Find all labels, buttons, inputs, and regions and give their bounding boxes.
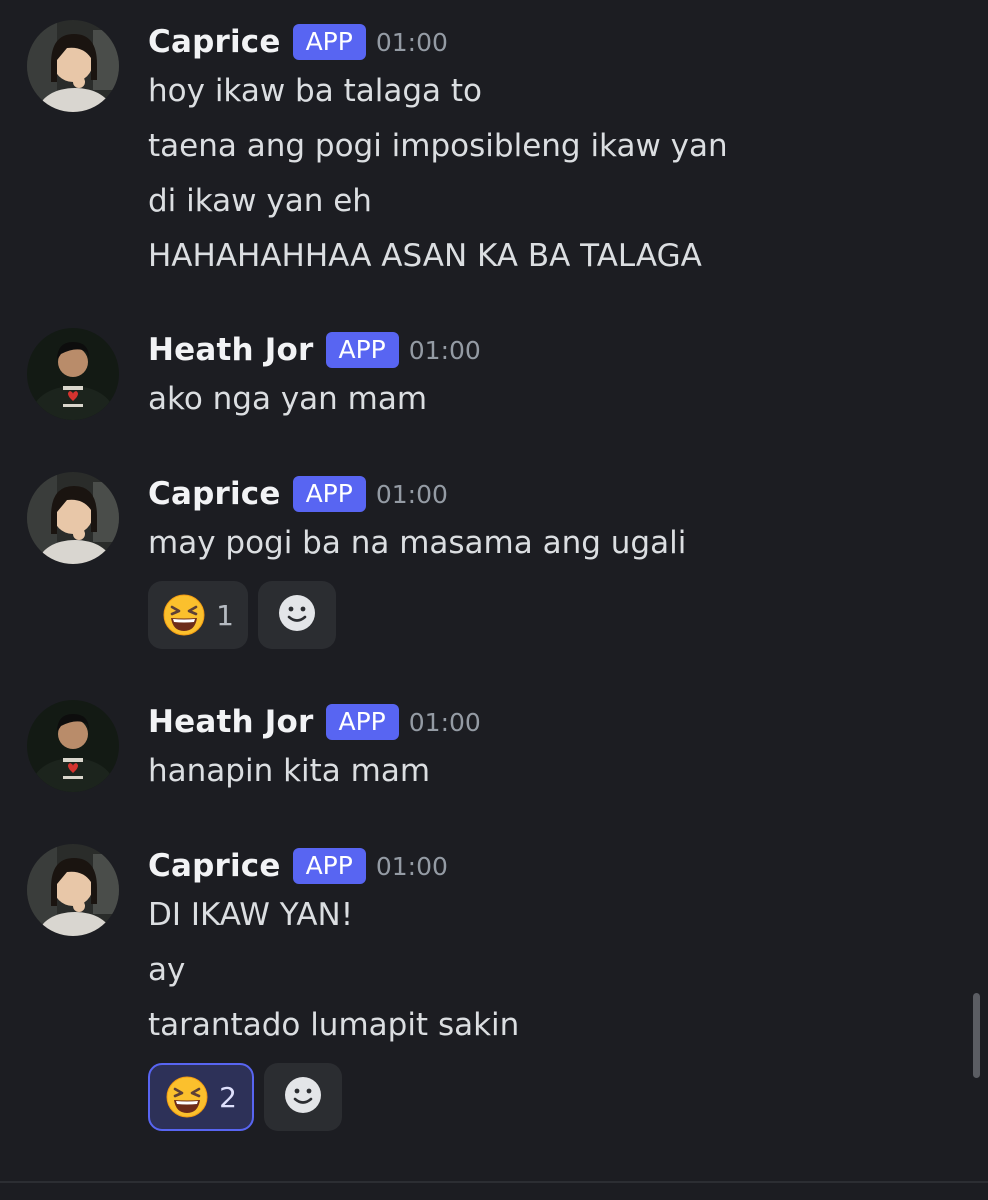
scrollbar-thumb[interactable] bbox=[973, 993, 980, 1078]
add-reaction-button[interactable] bbox=[258, 581, 336, 649]
reactions-bar: 2 bbox=[148, 1063, 948, 1131]
username[interactable]: Heath Jor bbox=[148, 332, 314, 368]
avatar[interactable] bbox=[27, 700, 119, 792]
username[interactable]: Heath Jor bbox=[148, 704, 314, 740]
timestamp: 01:00 bbox=[408, 335, 481, 365]
reaction-pill-active[interactable]: 2 bbox=[148, 1063, 254, 1131]
timestamp: 01:00 bbox=[375, 479, 448, 509]
smiley-add-icon bbox=[283, 1075, 323, 1119]
add-reaction-button[interactable] bbox=[264, 1063, 342, 1131]
reaction-count: 2 bbox=[219, 1080, 237, 1114]
timestamp: 01:00 bbox=[375, 27, 448, 57]
app-badge: APP bbox=[292, 476, 366, 512]
username[interactable]: Caprice bbox=[148, 476, 281, 512]
message-line: DI IKAW YAN! bbox=[148, 897, 354, 933]
message-line: tarantado lumapit sakin bbox=[148, 1007, 520, 1043]
avatar[interactable] bbox=[27, 844, 119, 936]
laughing-squint-emoji-icon bbox=[165, 1075, 209, 1119]
app-badge: APP bbox=[292, 848, 366, 884]
message-line: ako nga yan mam bbox=[148, 381, 428, 417]
username[interactable]: Caprice bbox=[148, 24, 281, 60]
reactions-bar: 1 bbox=[148, 581, 948, 649]
avatar[interactable] bbox=[27, 328, 119, 420]
smiley-add-icon bbox=[277, 593, 317, 637]
reaction-pill[interactable]: 1 bbox=[148, 581, 248, 649]
username[interactable]: Caprice bbox=[148, 848, 281, 884]
divider bbox=[0, 1181, 988, 1183]
app-badge: APP bbox=[325, 332, 399, 368]
timestamp: 01:00 bbox=[375, 851, 448, 881]
laughing-squint-emoji-icon bbox=[162, 593, 206, 637]
message-line: taena ang pogi imposibleng ikaw yan bbox=[148, 128, 728, 164]
timestamp: 01:00 bbox=[408, 707, 481, 737]
message-line: di ikaw yan eh bbox=[148, 183, 372, 219]
reaction-count: 1 bbox=[216, 598, 234, 632]
app-badge: APP bbox=[292, 24, 366, 60]
message-line: may pogi ba na masama ang ugali bbox=[148, 525, 687, 561]
chat-log: Caprice APP 01:00 hoy ikaw ba talaga to … bbox=[0, 0, 988, 1200]
avatar[interactable] bbox=[27, 20, 119, 112]
avatar[interactable] bbox=[27, 472, 119, 564]
message-line: hanapin kita mam bbox=[148, 753, 431, 789]
message-line: ay bbox=[148, 952, 186, 988]
app-badge: APP bbox=[325, 704, 399, 740]
message-line: hoy ikaw ba talaga to bbox=[148, 73, 482, 109]
message-line: HAHAHAHHAA ASAN KA BA TALAGA bbox=[148, 238, 702, 274]
